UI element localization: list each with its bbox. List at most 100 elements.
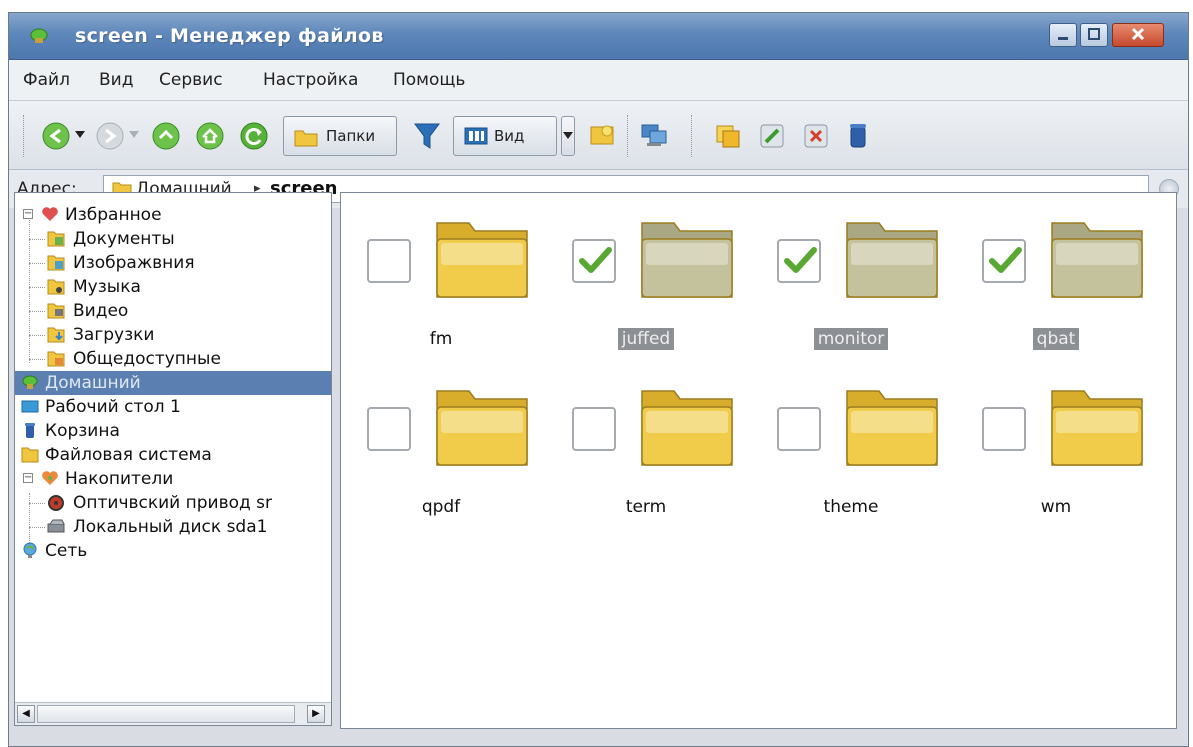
file-item[interactable]: monitor [751,203,951,373]
network-icon[interactable] [639,121,669,149]
home-icon[interactable] [195,121,225,151]
copy-icon[interactable] [715,123,741,149]
rename-icon[interactable] [759,123,785,149]
file-name: term [546,497,746,517]
documents-folder-icon [47,231,65,247]
scrollbar-thumb[interactable] [37,705,295,723]
file-item[interactable]: fm [341,203,541,373]
menu-service[interactable]: Сервис [159,70,223,90]
file-name-label: fm [429,329,453,349]
sidebar-item-label: Избранное [65,205,162,225]
file-view[interactable]: fm juffed monitor qbat qpdf term theme wm [340,192,1177,729]
collapse-icon[interactable]: − [23,473,33,483]
title-bar[interactable]: screen - Менеджер файлов [9,13,1188,60]
delete-icon[interactable] [803,123,829,149]
menu-bar: Файл Вид Сервис Настройка Помощь [9,60,1188,101]
sidebar-item-videos[interactable]: Видео [15,299,331,323]
sidebar-item-filesystem[interactable]: Файловая система [15,443,331,467]
back-history-dropdown[interactable] [75,131,85,139]
pictures-folder-icon [47,255,65,271]
app-icon [30,28,48,43]
network-globe-icon [23,542,37,558]
file-name: juffed [546,328,746,350]
sidebar-item-label: Корзина [45,421,120,441]
selection-checkbox[interactable] [367,407,411,451]
hard-disk-icon [47,519,65,533]
sidebar-item-label: Домашний [45,373,141,393]
home-icon [22,375,38,389]
sidebar-item-music[interactable]: Музыка [15,275,331,299]
sidebar-item-network[interactable]: Сеть [15,539,331,563]
horizontal-scrollbar[interactable]: ◀ ▶ [15,702,331,725]
maximize-icon [1088,28,1100,40]
scroll-right-button[interactable]: ▶ [307,705,325,723]
sidebar-item-favorites[interactable]: − Избранное [15,203,331,227]
toolbar-grip [23,115,26,157]
folder-icon [1051,222,1143,298]
sidebar-item-public[interactable]: Общедоступные [15,347,331,371]
menu-settings[interactable]: Настройка [263,70,358,90]
scroll-left-button[interactable]: ◀ [17,705,35,723]
file-name: qbat [956,328,1156,350]
file-name: monitor [751,328,951,350]
file-item[interactable]: theme [751,371,951,541]
sidebar-item-downloads[interactable]: Загрузки [15,323,331,347]
menu-view[interactable]: Вид [99,70,133,90]
file-name: wm [956,497,1156,517]
selection-checkbox[interactable] [777,407,821,451]
sidebar-item-label: Видео [73,301,129,321]
sidebar-item-label: Накопители [65,469,174,489]
folder-icon [846,390,938,466]
folder-icon [641,390,733,466]
folders-button[interactable]: Папки [283,116,397,156]
sidebar-item-desktop[interactable]: Рабочий стол 1 [15,395,331,419]
sidebar-item-label: Оптичвский привод sr [73,493,273,513]
file-item[interactable]: qpdf [341,371,541,541]
collapse-icon[interactable]: − [23,209,33,219]
forward-icon[interactable] [95,121,125,151]
file-item[interactable]: wm [956,371,1156,541]
sidebar-item-optical-drive[interactable]: Оптичвский привод sr [15,491,331,515]
trash-icon[interactable] [847,121,869,151]
sidebar-item-documents[interactable]: Документы [15,227,331,251]
selection-checkbox[interactable] [982,239,1026,283]
chevron-down-icon [563,132,573,139]
up-icon[interactable] [151,121,181,151]
toolbar: Папки Вид [9,101,1188,170]
public-folder-icon [47,351,65,367]
selection-checkbox[interactable] [982,407,1026,451]
forward-history-dropdown[interactable] [129,131,139,139]
back-icon[interactable] [41,121,71,151]
menu-file[interactable]: Файл [23,70,70,90]
file-name-label: wm [1040,497,1072,517]
file-item[interactable]: term [546,371,746,541]
close-button[interactable] [1112,23,1164,47]
minimize-button[interactable] [1049,23,1077,47]
file-item[interactable]: juffed [546,203,746,373]
file-name-label: qpdf [421,497,461,517]
music-folder-icon [47,279,65,295]
view-button[interactable]: Вид [453,116,557,156]
filter-icon[interactable] [413,121,441,151]
sidebar-item-label: Локальный диск sda1 [73,517,268,537]
new-folder-icon[interactable] [589,123,615,147]
file-name-label: qbat [1032,328,1080,350]
selection-checkbox[interactable] [777,239,821,283]
folders-button-label: Папки [326,127,376,145]
file-item[interactable]: qbat [956,203,1156,373]
sidebar-item-trash[interactable]: Корзина [15,419,331,443]
sidebar-item-label: Музыка [73,277,141,297]
sidebar-item-label: Рабочий стол 1 [45,397,181,417]
sidebar-item-home[interactable]: Домашний [15,371,331,395]
sidebar-item-pictures[interactable]: Изображвния [15,251,331,275]
view-dropdown-button[interactable] [561,116,575,156]
menu-help[interactable]: Помощь [393,70,465,90]
reload-icon[interactable] [239,121,269,151]
sidebar-item-drives[interactable]: − Накопители [15,467,331,491]
sidebar-item-local-disk[interactable]: Локальный диск sda1 [15,515,331,539]
selection-checkbox[interactable] [572,407,616,451]
maximize-button[interactable] [1080,23,1108,47]
selection-checkbox[interactable] [572,239,616,283]
sidebar-item-label: Загрузки [73,325,155,345]
selection-checkbox[interactable] [367,239,411,283]
